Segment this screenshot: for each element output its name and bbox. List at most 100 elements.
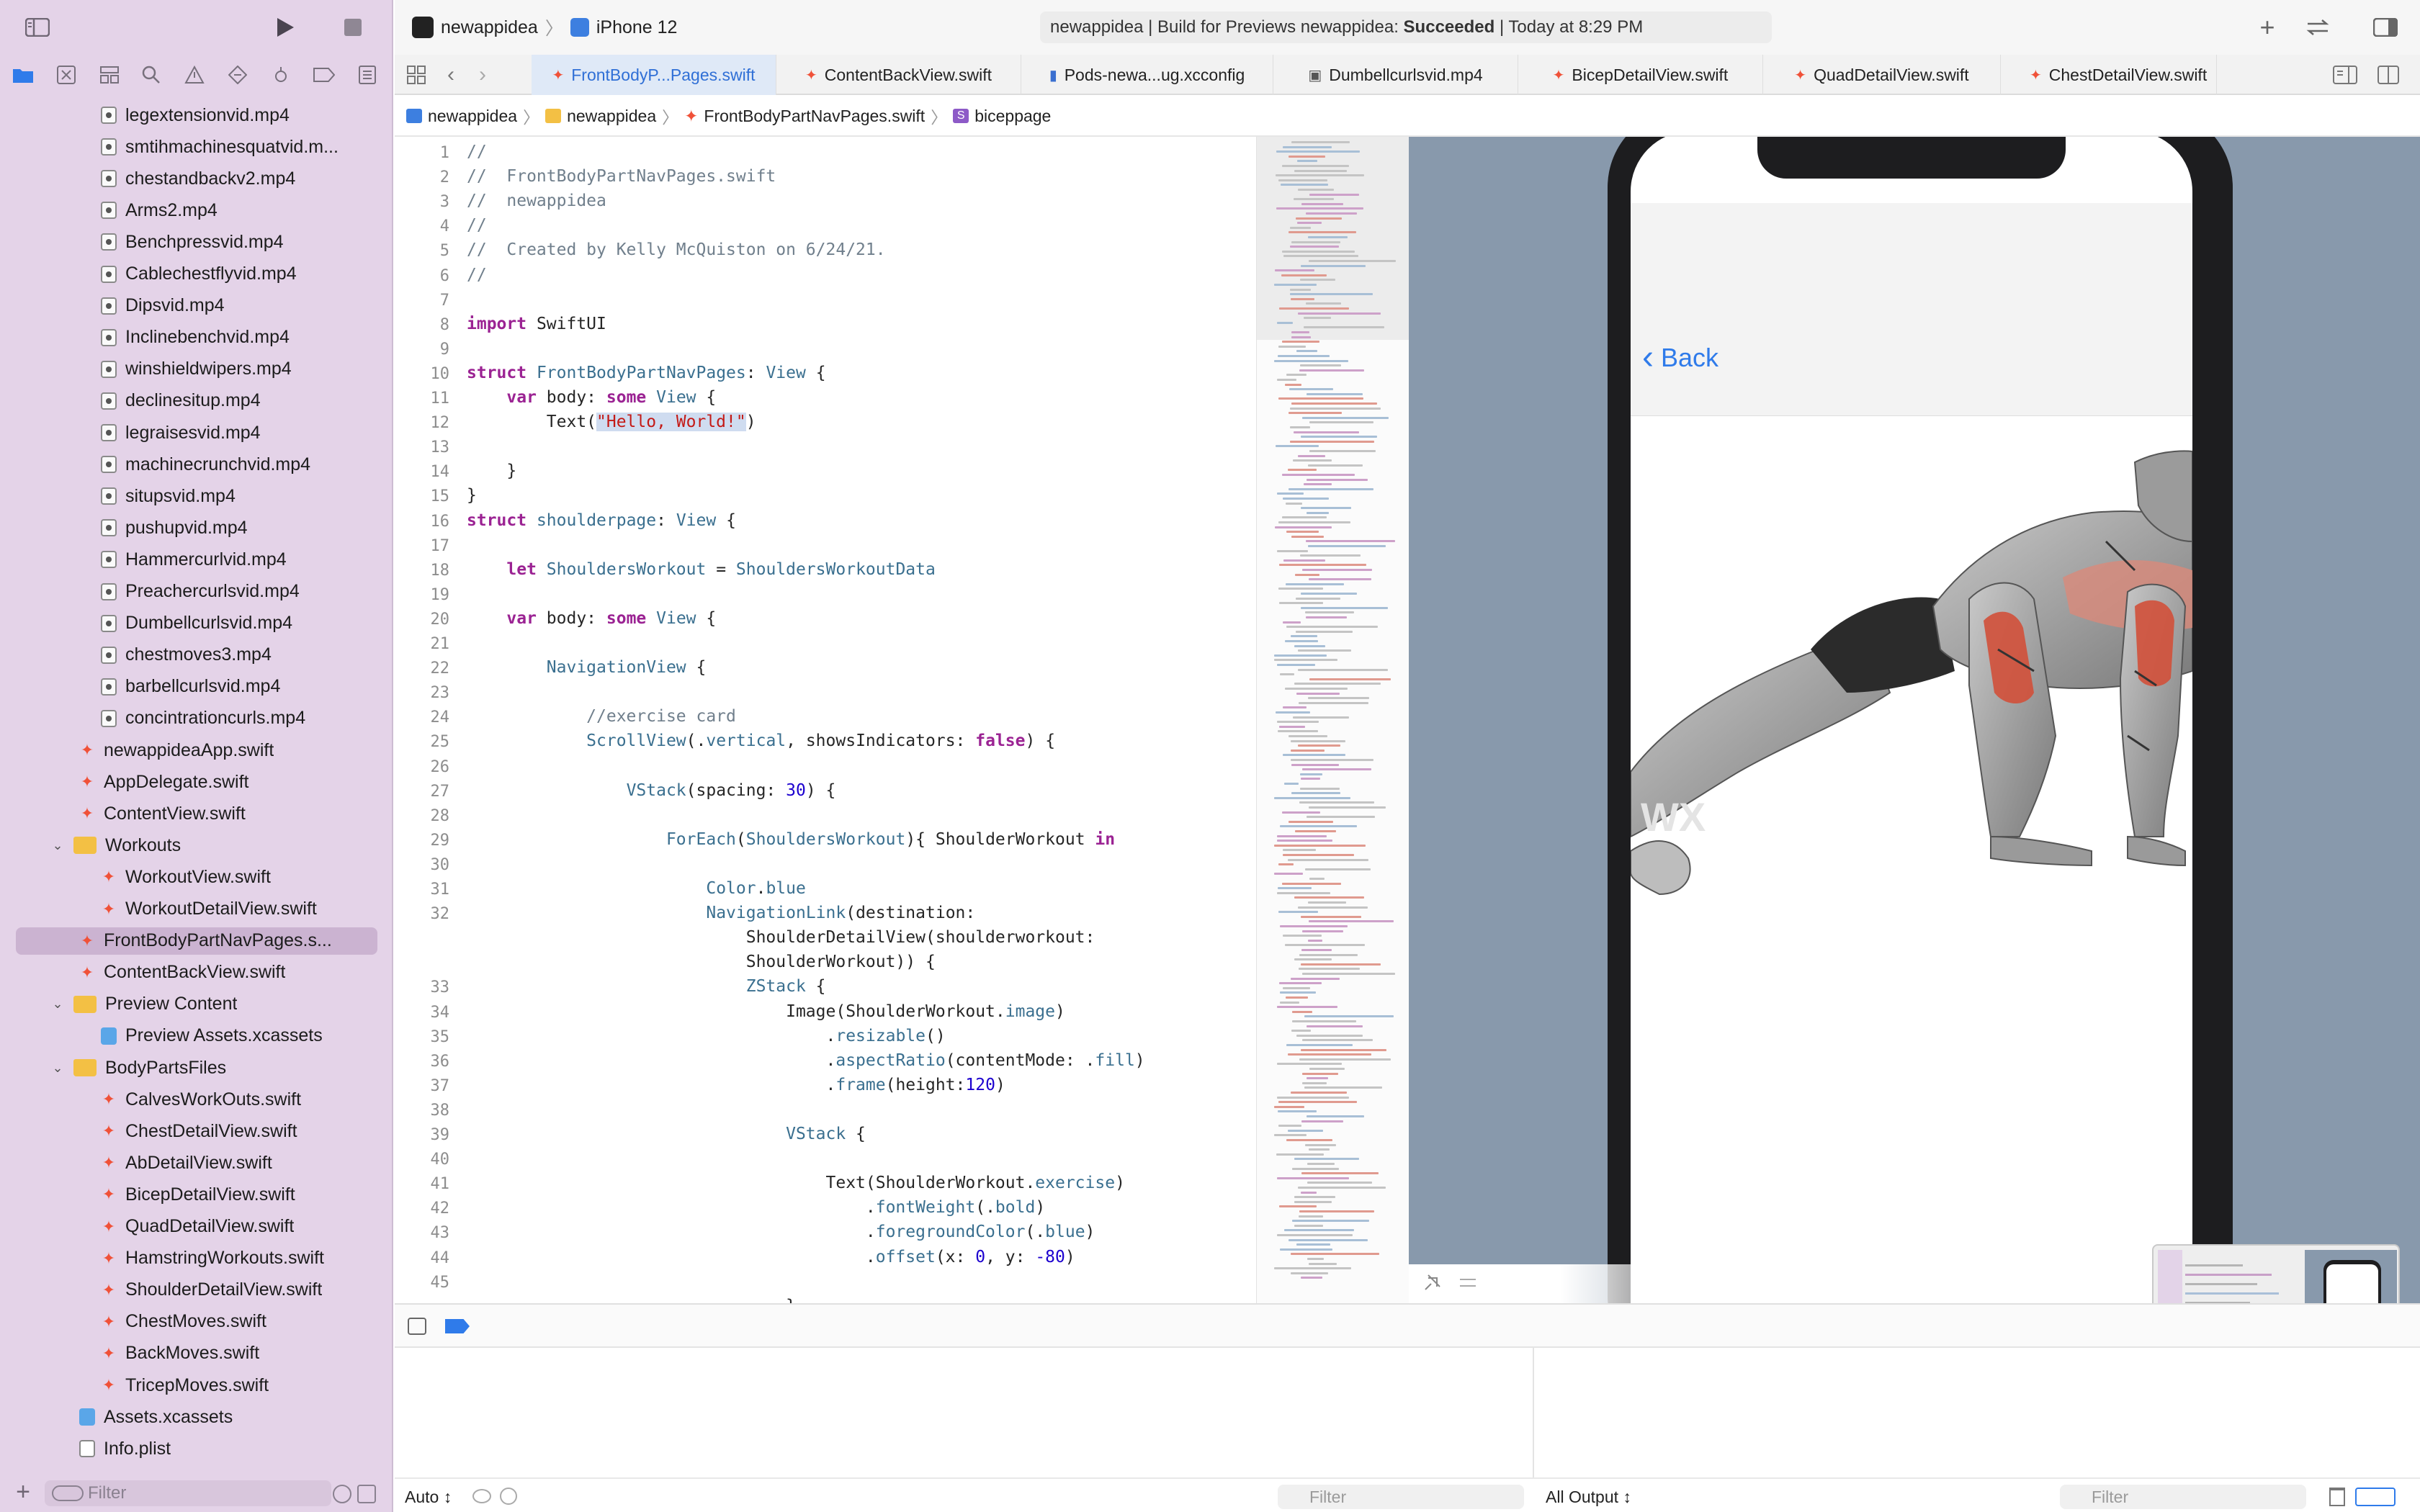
tree-item[interactable]: ⌄ Workouts [0, 831, 393, 860]
code-line[interactable]: struct FrontBodyPartNavPages: View { [467, 364, 826, 382]
source-editor[interactable]: 1 // 2 // FrontBodyPartNavPages.swift 3 // ne… [395, 137, 1256, 1303]
tree-item[interactable]: ⌄ Preview Content [0, 990, 393, 1019]
back-button-nav[interactable]: ‹ Back [1642, 340, 1718, 376]
breadcrumb-symbol[interactable]: biceppage [974, 107, 1051, 126]
split-editor-icon[interactable] [2372, 59, 2404, 91]
search-icon[interactable] [138, 62, 164, 88]
code-line[interactable]: } [467, 1297, 796, 1303]
issue-warning-icon[interactable] [182, 62, 207, 88]
folder-navigator-icon[interactable] [10, 62, 36, 88]
tree-item[interactable]: ✦ HamstringWorkouts.swift [0, 1244, 393, 1273]
code-line[interactable]: } [467, 462, 516, 480]
code-line[interactable]: // newappidea [467, 192, 606, 210]
tree-item[interactable]: legraisesvid.mp4 [0, 418, 393, 447]
tree-item[interactable]: ✦ ContentBackView.swift [0, 958, 393, 987]
tree-item[interactable]: Preview Assets.xcassets [0, 1022, 393, 1050]
tree-item[interactable]: Hammercurlvid.mp4 [0, 545, 393, 574]
tree-item[interactable]: ✦ QuadDetailView.swift [0, 1212, 393, 1241]
tree-item[interactable]: ✦ AppDelegate.swift [0, 768, 393, 796]
recent-files-clock-icon[interactable] [333, 1485, 351, 1503]
code-line[interactable]: import SwiftUI [467, 315, 606, 333]
preview-settings-icon[interactable] [1452, 1267, 1484, 1299]
info-icon[interactable] [500, 1488, 517, 1505]
preview-canvas[interactable]: ‹ Back ‹ Back [1409, 137, 2420, 1303]
inspector-toggle-icon[interactable] [2370, 12, 2401, 43]
tree-item[interactable]: chestmoves3.mp4 [0, 641, 393, 670]
tree-item[interactable]: Assets.xcassets [0, 1403, 393, 1431]
code-line[interactable]: ZStack { [467, 977, 826, 996]
test-diamond-icon[interactable] [225, 62, 251, 88]
code-line[interactable]: NavigationView { [467, 658, 707, 677]
add-library-icon[interactable]: + [2251, 12, 2283, 43]
code-line[interactable]: Color.blue [467, 879, 806, 898]
tree-item[interactable]: Dumbellcurlsvid.mp4 [0, 609, 393, 638]
tree-item[interactable]: ✦ ShoulderDetailView.swift [0, 1276, 393, 1305]
tree-item[interactable]: pushupvid.mp4 [0, 513, 393, 542]
minimap[interactable] [1256, 137, 1410, 1303]
report-navigator-icon[interactable] [354, 62, 380, 88]
tree-item[interactable]: ✦ TricepMoves.swift [0, 1371, 393, 1400]
tree-item[interactable]: ✦ FrontBodyPartNavPages.s... [0, 927, 393, 955]
tree-item[interactable]: smtihmachinesquatvid.m... [0, 132, 393, 161]
tab-quaddetailview[interactable]: ✦ QuadDetailView.swift [1763, 55, 2001, 95]
tree-item[interactable]: Info.plist [0, 1434, 393, 1463]
tree-item[interactable]: barbellcurlsvid.mp4 [0, 672, 393, 701]
stop-button[interactable] [337, 12, 369, 43]
source-control-filter-icon[interactable] [357, 1485, 376, 1503]
sidebar-toggle-icon[interactable] [22, 12, 53, 43]
code-line[interactable]: .foregroundColor(.blue) [467, 1223, 1095, 1241]
tree-item[interactable]: chestandbackv2.mp4 [0, 164, 393, 193]
tab-contentbackview[interactable]: ✦ ContentBackView.swift [776, 55, 1021, 95]
add-file-icon[interactable]: + [9, 1477, 37, 1506]
run-button[interactable] [269, 12, 301, 43]
back-navigation-icon[interactable]: ‹ [435, 59, 467, 91]
code-line[interactable]: // FrontBodyPartNavPages.swift [467, 167, 776, 186]
tree-item[interactable]: ✦ BicepDetailView.swift [0, 1180, 393, 1209]
code-line[interactable]: Text("Hello, World!") [467, 413, 756, 432]
navigator-filter-input[interactable]: Filter [45, 1480, 331, 1506]
tree-item[interactable]: ✦ ChestMoves.swift [0, 1308, 393, 1336]
tree-item[interactable]: ✦ BackMoves.swift [0, 1339, 393, 1368]
code-line[interactable]: Text(ShoulderWorkout.exercise) [467, 1174, 1124, 1192]
code-line[interactable]: .frame(height:120) [467, 1076, 1005, 1094]
tree-item[interactable]: legextensionvid.mp4 [0, 101, 393, 130]
console-filter-input[interactable]: Filter [2060, 1485, 2306, 1509]
code-line[interactable]: //exercise card [467, 707, 736, 726]
tree-item[interactable]: Benchpressvid.mp4 [0, 228, 393, 256]
code-line[interactable]: .resizable() [467, 1027, 945, 1045]
disclosure-chevron-icon[interactable]: ⌄ [50, 838, 65, 853]
code-line[interactable]: struct shoulderpage: View { [467, 511, 736, 530]
tree-item[interactable]: Inclinebenchvid.mp4 [0, 323, 393, 352]
code-line[interactable]: } [467, 486, 477, 505]
tree-item[interactable]: Arms2.mp4 [0, 196, 393, 225]
code-line[interactable]: ForEach(ShouldersWorkout){ ShoulderWorko… [467, 830, 1115, 849]
code-line[interactable]: .fontWeight(.bold) [467, 1198, 1045, 1217]
tree-item[interactable]: declinesitup.mp4 [0, 387, 393, 415]
code-line[interactable]: let ShouldersWorkout = ShouldersWorkoutD… [467, 560, 935, 579]
code-line[interactable]: var body: some View { [467, 609, 716, 628]
breadcrumb-project[interactable]: newappidea [428, 107, 517, 126]
disclosure-chevron-icon[interactable]: ⌄ [50, 1061, 65, 1076]
code-line[interactable]: .aspectRatio(contentMode: .fill) [467, 1051, 1144, 1070]
console-output-select[interactable]: All Output ↕ [1546, 1488, 1631, 1507]
forward-navigation-icon[interactable]: › [467, 59, 498, 91]
tree-item[interactable]: Cablechestflyvid.mp4 [0, 260, 393, 289]
debug-spray-icon[interactable] [268, 62, 294, 88]
code-line[interactable]: ShoulderWorkout)) { [467, 953, 936, 971]
debug-console[interactable] [395, 1348, 2420, 1477]
code-line[interactable]: var body: some View { [467, 388, 716, 407]
related-items-icon[interactable] [400, 59, 432, 91]
hide-debug-area-icon[interactable] [408, 1318, 426, 1335]
tree-item[interactable]: winshieldwipers.mp4 [0, 355, 393, 384]
variables-scope-select[interactable]: Auto ↕ [405, 1488, 452, 1507]
disclosure-chevron-icon[interactable]: ⌄ [50, 996, 65, 1012]
adjust-editor-options-icon[interactable] [2329, 59, 2361, 91]
tree-item[interactable]: ✦ ChestDetailView.swift [0, 1117, 393, 1146]
tree-item[interactable]: Dipsvid.mp4 [0, 292, 393, 320]
trash-icon[interactable] [2329, 1488, 2345, 1506]
eye-icon[interactable] [472, 1489, 491, 1503]
code-line[interactable]: ScrollView(.vertical, showsIndicators: f… [467, 732, 1055, 750]
tab-chestdetailview[interactable]: ✦ ChestDetailView.swift [2001, 55, 2217, 95]
tree-item[interactable]: ✦ CalvesWorkOuts.swift [0, 1085, 393, 1114]
code-line[interactable]: Image(ShoulderWorkout.image) [467, 1002, 1065, 1021]
